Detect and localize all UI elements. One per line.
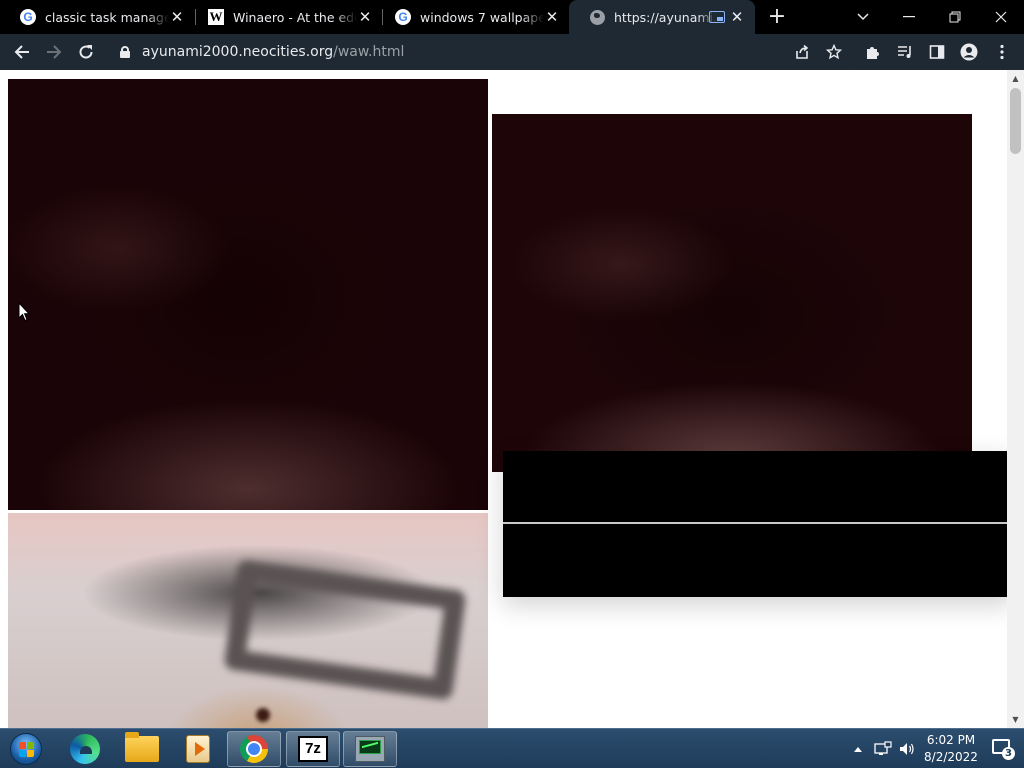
wallpaper-image (492, 114, 972, 472)
close-icon (995, 11, 1007, 23)
minimize-icon (903, 16, 915, 18)
network-icon (874, 741, 892, 755)
picture-in-picture-icon (709, 11, 725, 23)
tab-title: Winaero - At the edge (233, 9, 357, 25)
url-text: ayunami2000.neocities.org/waw.html (142, 44, 404, 60)
globe-icon (589, 9, 605, 25)
chevron-up-icon (854, 747, 862, 752)
mouse-cursor-icon (18, 302, 30, 322)
forward-icon (47, 45, 62, 59)
page-viewport[interactable] (0, 70, 1007, 728)
tab-title: windows 7 wallpaper - (420, 9, 544, 25)
menu-button[interactable] (989, 39, 1015, 65)
clock-date: 8/2/2022 (924, 750, 978, 764)
browser-toolbar: ayunami2000.neocities.org/waw.html (0, 34, 1024, 70)
google-icon: G (20, 9, 36, 25)
bookmark-button[interactable] (821, 39, 847, 65)
close-window-button[interactable] (978, 0, 1024, 34)
side-panel-button[interactable] (924, 39, 950, 65)
puzzle-icon (867, 47, 879, 59)
tab-title: classic task manager di (45, 9, 169, 25)
winaero-icon: W (208, 9, 224, 25)
profile-icon (960, 43, 978, 61)
minimize-button[interactable] (886, 0, 932, 34)
7zip-icon: 7z (298, 736, 328, 762)
task-manager-icon (355, 736, 385, 762)
speaker-icon (900, 743, 914, 755)
taskbar-edge[interactable] (58, 731, 112, 767)
scroll-thumb[interactable] (1010, 88, 1021, 154)
folder-icon (125, 732, 159, 762)
tab-title: https://ayunami2000.neocities.org/waw.ht… (614, 9, 716, 25)
taskbar-media-player[interactable] (171, 731, 225, 767)
wallpaper-image (8, 79, 488, 510)
close-tab-icon[interactable]: ✕ (544, 9, 560, 25)
lock-icon[interactable] (120, 46, 130, 58)
back-icon (14, 45, 29, 59)
taskbar-file-explorer[interactable] (115, 731, 169, 767)
tab-winaero[interactable]: W Winaero - At the edge ✕ (188, 0, 383, 34)
tab-ayunami2000[interactable]: https://ayunami2000.neocities.org/waw.ht… (569, 0, 755, 34)
edge-icon (70, 734, 100, 764)
taskbar-task-manager[interactable] (343, 731, 397, 767)
media-player-icon (186, 735, 210, 763)
url-host: ayunami2000.neocities.org (142, 44, 334, 60)
close-tab-icon[interactable]: ✕ (169, 9, 185, 25)
address-bar[interactable]: ayunami2000.neocities.org/waw.html (106, 37, 856, 67)
restore-icon (949, 11, 961, 23)
chevron-down-icon (857, 13, 869, 21)
restore-button[interactable] (932, 0, 978, 34)
tab-windows-7-wallpaper[interactable]: G windows 7 wallpaper - ✕ (375, 0, 570, 34)
system-clock[interactable]: 6:02 PM 8/2/2022 (918, 732, 984, 766)
scroll-down-arrow-icon[interactable]: ▼ (1007, 711, 1024, 728)
start-button[interactable] (6, 730, 46, 768)
network-button[interactable] (872, 729, 894, 769)
scroll-up-arrow-icon[interactable]: ▲ (1007, 70, 1024, 87)
back-button[interactable] (9, 39, 35, 65)
star-icon (826, 44, 842, 60)
taskbar-chrome[interactable] (227, 731, 281, 767)
black-overlay-panel (503, 451, 1007, 597)
media-controls-button[interactable] (892, 39, 918, 65)
media-list-icon (898, 46, 911, 58)
taskbar-7zip[interactable]: 7z (286, 731, 340, 767)
tab-search-button[interactable] (840, 0, 886, 34)
reload-icon (79, 45, 93, 59)
clock-time: 6:02 PM (926, 733, 976, 747)
windows-logo-icon (10, 733, 42, 765)
show-hidden-icons-button[interactable] (850, 729, 866, 769)
tab-classic-task-manager[interactable]: G classic task manager di ✕ (0, 0, 195, 34)
profile-button[interactable] (956, 39, 982, 65)
notification-count-badge: 3 (1002, 747, 1015, 760)
share-icon (796, 44, 809, 59)
new-tab-button[interactable]: + (767, 6, 787, 28)
panel-divider (503, 522, 1007, 524)
extensions-button[interactable] (860, 39, 886, 65)
close-tab-icon[interactable]: ✕ (357, 9, 373, 25)
reload-button[interactable] (73, 39, 99, 65)
url-path: /waw.html (333, 44, 405, 60)
close-tab-icon[interactable]: ✕ (729, 9, 745, 25)
kebab-icon (1000, 44, 1004, 60)
tab-strip: G classic task manager di ✕ W Winaero - … (0, 0, 1024, 34)
forward-button[interactable] (41, 39, 67, 65)
wallpaper-image (8, 513, 488, 728)
vertical-scrollbar[interactable]: ▲ ▼ (1007, 70, 1024, 728)
volume-button[interactable] (896, 729, 918, 769)
side-panel-icon (929, 45, 945, 59)
google-icon: G (395, 9, 411, 25)
windows-taskbar: 7z 6:02 PM 8/2/2022 3 (0, 728, 1024, 768)
chrome-icon (240, 735, 268, 763)
share-button[interactable] (789, 39, 815, 65)
